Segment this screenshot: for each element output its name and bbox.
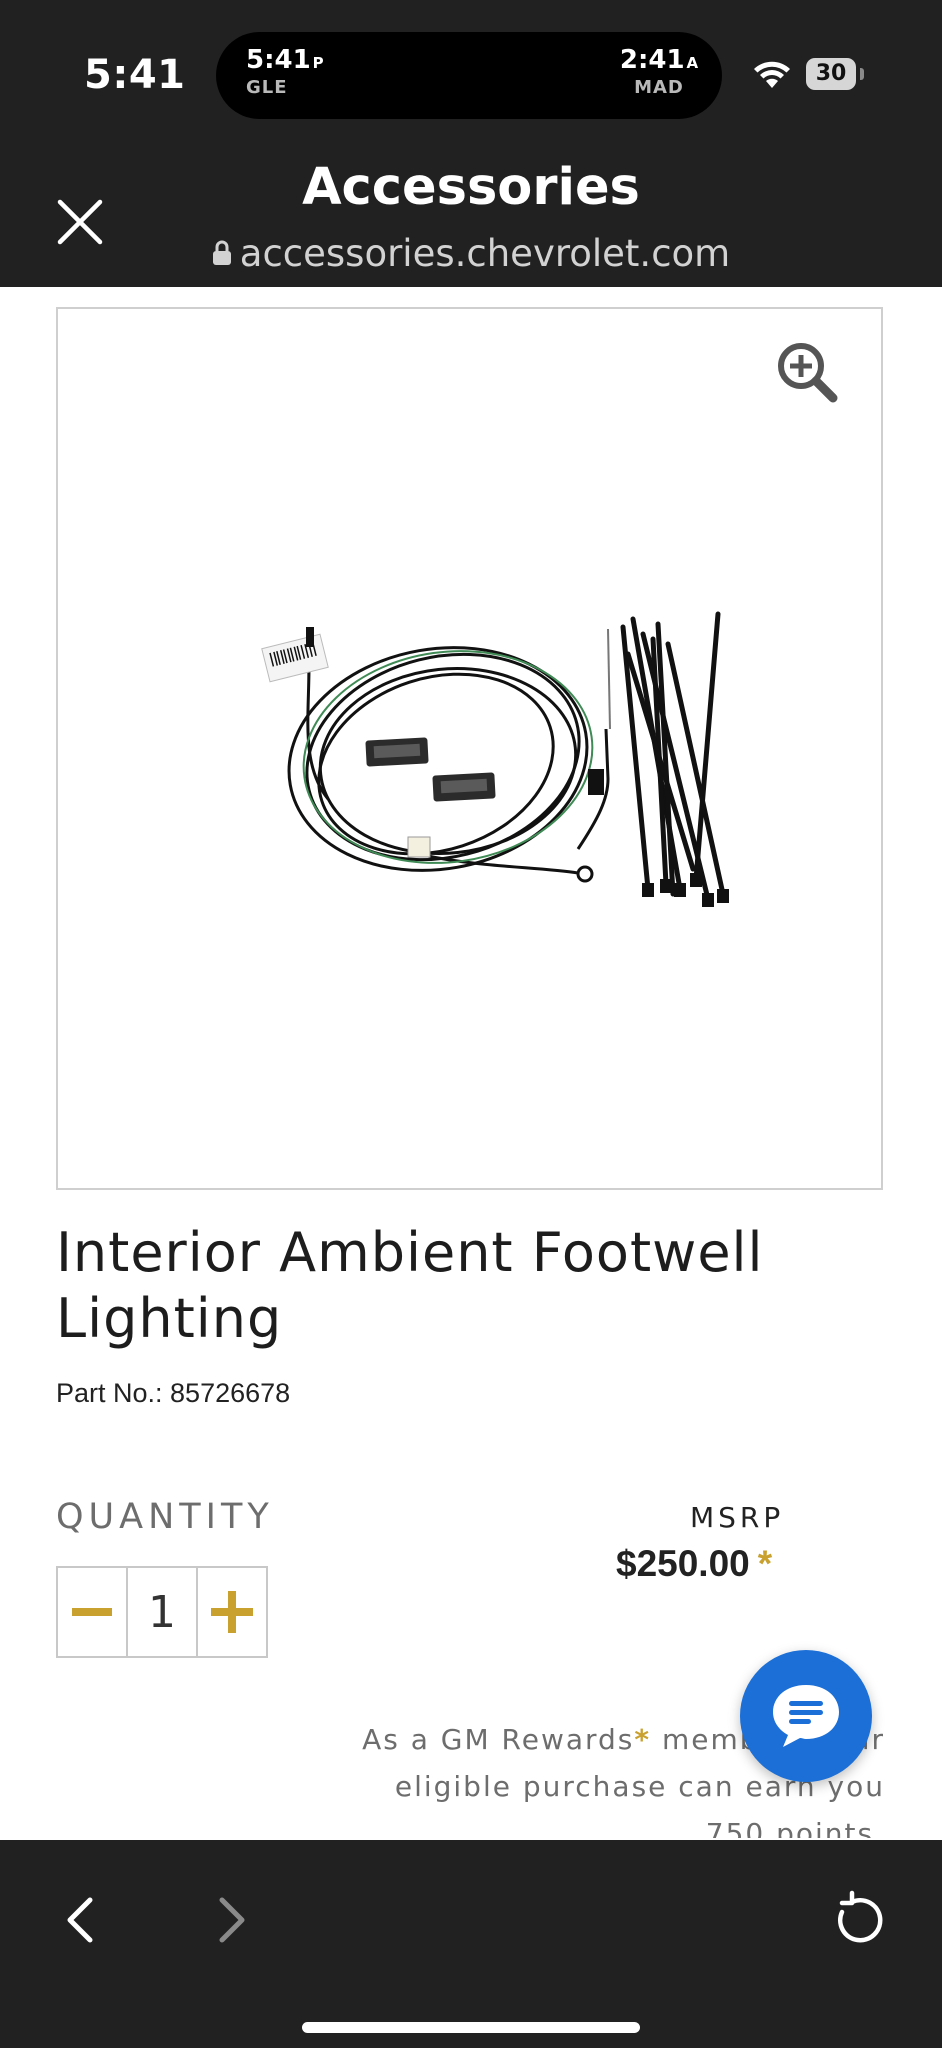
wiring-kit-illustration	[261, 611, 729, 907]
clock-right-ampm: A	[686, 54, 699, 72]
chat-button[interactable]	[740, 1650, 872, 1782]
world-clock-left: 5:41 P GLE	[246, 45, 324, 99]
clock-left-time: 5:41	[246, 45, 311, 75]
battery-indicator: 30	[806, 58, 856, 90]
price-value: $250.00	[616, 1543, 750, 1584]
page-title: Accessories	[302, 158, 640, 217]
zoom-in-icon[interactable]	[776, 341, 838, 403]
quantity-value[interactable]: 1	[126, 1566, 198, 1658]
clock-left-ampm: P	[312, 54, 324, 72]
reload-icon[interactable]	[828, 1890, 888, 1950]
price-asterisk[interactable]: *	[758, 1543, 772, 1584]
bottom-toolbar	[0, 1840, 942, 2048]
forward-icon[interactable]	[200, 1890, 260, 1950]
decrement-button[interactable]	[56, 1566, 128, 1658]
wifi-icon	[754, 61, 790, 88]
clock-right-time: 2:41	[619, 45, 685, 75]
status-time: 5:41	[84, 52, 186, 98]
price: $250.00 *	[616, 1543, 772, 1585]
product-title: Interior Ambient Footwell Lighting	[56, 1221, 764, 1350]
quantity-stepper: 1	[56, 1566, 268, 1658]
lock-icon	[212, 240, 231, 265]
home-indicator[interactable]	[302, 2022, 640, 2033]
dynamic-island: 5:41 P GLE 2:41 A MAD	[216, 32, 722, 119]
plus-icon	[211, 1591, 253, 1633]
world-clock-right: 2:41 A MAD	[614, 46, 704, 99]
product-image[interactable]	[56, 307, 883, 1190]
battery-tip	[860, 68, 864, 80]
back-icon[interactable]	[52, 1890, 112, 1950]
quantity-label: QUANTITY	[56, 1497, 274, 1537]
increment-button[interactable]	[196, 1566, 268, 1658]
rewards-text-start: As a GM Rewards	[362, 1723, 635, 1756]
msrp-label: MSRP	[690, 1501, 785, 1534]
url-bar[interactable]: accessories.chevrolet.com	[0, 232, 942, 275]
clock-right-city: MAD	[634, 77, 684, 98]
part-number: Part No.: 85726678	[56, 1378, 291, 1408]
top-bar: 5:41 5:41 P GLE 2:41 A MAD 30 Accessories …	[0, 0, 942, 287]
url-text: accessories.chevrolet.com	[239, 232, 731, 275]
minus-icon	[72, 1608, 112, 1616]
rewards-asterisk[interactable]: *	[634, 1723, 651, 1756]
chat-icon	[773, 1685, 839, 1747]
clock-left-city: GLE	[246, 77, 288, 98]
